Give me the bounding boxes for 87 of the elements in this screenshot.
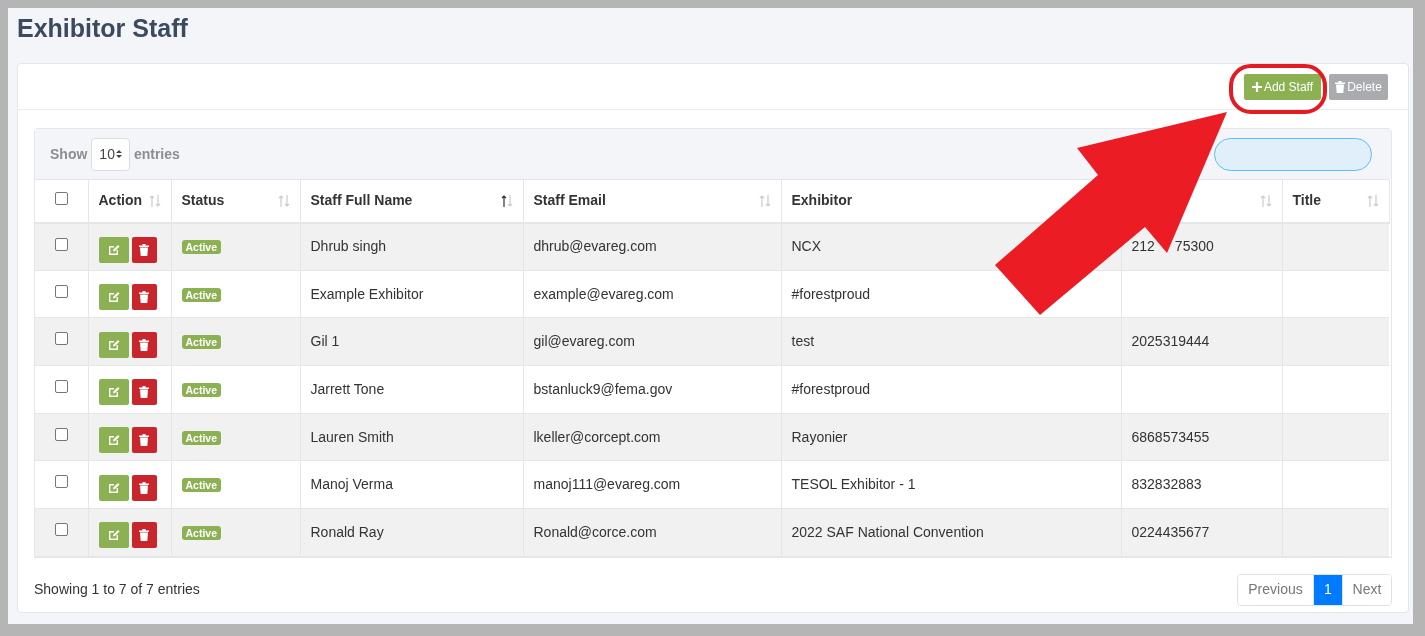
show-label: Show xyxy=(50,144,88,164)
table-cell: lkeller@corcept.com xyxy=(533,428,661,445)
next-button[interactable]: Next xyxy=(1342,574,1391,605)
table-cell: Ronald@corce.com xyxy=(533,523,657,540)
checkbox[interactable] xyxy=(54,284,68,298)
delete-button[interactable] xyxy=(131,284,157,311)
entries-select[interactable]: 10 xyxy=(91,137,130,171)
column-header[interactable]: Staff Full Name xyxy=(310,190,413,212)
column-header[interactable]: Status xyxy=(181,190,225,212)
search-field[interactable] xyxy=(1214,137,1372,171)
table-cell: example@evareg.com xyxy=(533,285,674,302)
column-header[interactable]: Staff Email xyxy=(533,190,606,212)
plus-icon xyxy=(1251,81,1262,92)
table-cell: Rayonier xyxy=(791,428,848,445)
table-cell: Gil 1 xyxy=(310,333,340,350)
checkbox[interactable] xyxy=(54,237,68,251)
updown-icon xyxy=(115,149,122,159)
trash-icon xyxy=(1335,80,1346,93)
edit-icon xyxy=(107,291,120,304)
table-cell: manoj111@evareg.com xyxy=(533,476,681,493)
table-cell-text: 2025319444 xyxy=(1131,332,1210,352)
table-cell: #forestproud xyxy=(791,285,871,302)
delete-button[interactable] xyxy=(131,427,157,454)
column-header[interactable]: Action xyxy=(98,190,143,212)
status-badge: Active xyxy=(181,478,221,493)
edit-button[interactable] xyxy=(98,379,129,406)
checkbox[interactable] xyxy=(54,475,68,489)
table-cell: 2022 SAF National Convention xyxy=(791,523,984,540)
checkbox[interactable] xyxy=(54,523,68,537)
edit-icon xyxy=(107,243,120,256)
delete-button[interactable] xyxy=(131,236,157,263)
trash-icon xyxy=(139,481,149,494)
table-cell: Dhrub singh xyxy=(310,238,386,255)
trash-icon xyxy=(139,243,149,256)
trash-icon xyxy=(139,434,149,447)
column-header[interactable]: Title xyxy=(1292,190,1322,212)
entries-label: entries xyxy=(133,144,180,164)
delete-button[interactable] xyxy=(131,379,157,406)
table-cell: test xyxy=(791,333,815,350)
trash-icon xyxy=(139,386,149,399)
table-cell-text: 832832883 xyxy=(1131,475,1202,495)
table-cell: Lauren Smith xyxy=(310,428,394,445)
edit-icon xyxy=(107,529,120,542)
table-cell: Manoj Verma xyxy=(310,476,393,493)
table-cell: TESOL Exhibitor - 1 xyxy=(791,476,916,493)
edit-icon xyxy=(107,386,120,399)
status-badge: Active xyxy=(181,525,221,540)
checkbox[interactable] xyxy=(54,380,68,394)
status-badge: Active xyxy=(181,430,221,445)
delete-button[interactable] xyxy=(131,522,157,549)
edit-button[interactable] xyxy=(98,331,129,358)
table-cell-text: 212 xyxy=(1131,237,1155,257)
status-badge: Active xyxy=(181,382,221,397)
checkbox[interactable] xyxy=(54,332,68,346)
checkbox[interactable] xyxy=(54,427,68,441)
table-cell: dhrub@evareg.com xyxy=(533,238,657,255)
edit-icon xyxy=(107,481,120,494)
delete-button[interactable] xyxy=(131,474,157,501)
status-badge: Active xyxy=(181,240,221,255)
checkbox[interactable] xyxy=(54,192,68,206)
trash-icon xyxy=(139,529,149,542)
edit-button[interactable] xyxy=(98,427,129,454)
table-info: Showing 1 to 7 of 7 entries xyxy=(34,580,200,600)
status-badge: Active xyxy=(181,287,221,302)
table-cell: Jarrett Tone xyxy=(310,380,385,397)
table-cell-text: 6868573455 xyxy=(1131,427,1210,447)
page-title: Exhibitor Staff xyxy=(17,13,188,43)
delete-button[interactable] xyxy=(131,331,157,358)
table-cell: Example Exhibitor xyxy=(310,285,424,302)
edit-button[interactable] xyxy=(98,236,129,263)
column-header[interactable]: Exhibitor xyxy=(791,190,853,212)
edit-icon xyxy=(107,434,120,447)
edit-button[interactable] xyxy=(98,284,129,311)
table-cell: #forestproud xyxy=(791,380,871,397)
table-cell: gil@evareg.com xyxy=(533,333,635,350)
edit-button[interactable] xyxy=(98,474,129,501)
edit-button[interactable] xyxy=(98,522,129,549)
table-cell-text: 75300 xyxy=(1174,237,1214,257)
trash-icon xyxy=(139,338,149,351)
table-cell: Ronald Ray xyxy=(310,523,384,540)
edit-icon xyxy=(107,338,120,351)
page-button[interactable]: 1 xyxy=(1313,574,1342,605)
table-cell: NCX xyxy=(791,238,822,255)
status-badge: Active xyxy=(181,335,221,350)
table-cell: bstanluck9@fema.gov xyxy=(533,380,673,397)
trash-icon xyxy=(139,291,149,304)
table-cell-text: 0224435677 xyxy=(1131,522,1210,542)
